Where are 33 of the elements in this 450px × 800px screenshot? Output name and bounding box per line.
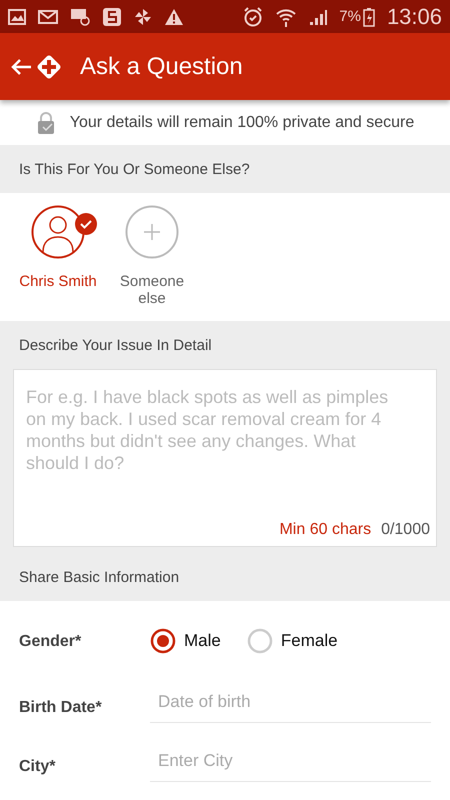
screen-title: Ask a Question [80, 52, 243, 80]
mail-icon [38, 10, 58, 24]
signal-icon [309, 8, 328, 26]
gender-radio[interactable]: Male [150, 628, 221, 654]
character-counter: 0/1000 [381, 521, 430, 539]
add-person-option[interactable]: Someone else [108, 205, 196, 307]
person-icon [31, 205, 85, 259]
field-label: City* [19, 758, 56, 777]
app-icon [102, 6, 122, 26]
alarm-icon [243, 6, 264, 26]
battery-percent: 7% [339, 8, 361, 25]
clock-time: 13:06 [386, 4, 442, 30]
field-label: Birth Date* [19, 699, 103, 718]
issue-field[interactable]: For e.g. I have black spots as well as pimples on my back. I used scar removal cream for 4 months but didn't see any changes. What should I do? Min 60 chars 0/1000 [13, 369, 437, 547]
gender-radio[interactable]: Female [246, 628, 338, 654]
battery-icon [362, 6, 375, 26]
min-length-hint: Min 60 chars [279, 521, 372, 539]
section-heading: Share Basic Information [19, 568, 180, 586]
plus-icon [125, 205, 179, 259]
section-heading: Describe Your Issue In Detail [19, 336, 212, 354]
input-field[interactable]: Enter City [150, 745, 431, 782]
person-option[interactable]: Chris Smith [14, 205, 102, 307]
gender-label: Gender* [19, 632, 82, 650]
section-heading: Is This For You Or Someone Else? [19, 160, 250, 178]
back-arrow-icon [10, 58, 32, 76]
warning-icon [164, 8, 184, 26]
picture-icon [8, 8, 26, 24]
input-field[interactable]: Date of birth [150, 686, 431, 723]
privacy-note: Your details will remain 100% private and secure [70, 114, 414, 132]
check-icon [75, 213, 97, 235]
pinwheel-icon [134, 8, 152, 26]
lock-icon [36, 110, 56, 134]
wifi-icon [275, 6, 298, 26]
